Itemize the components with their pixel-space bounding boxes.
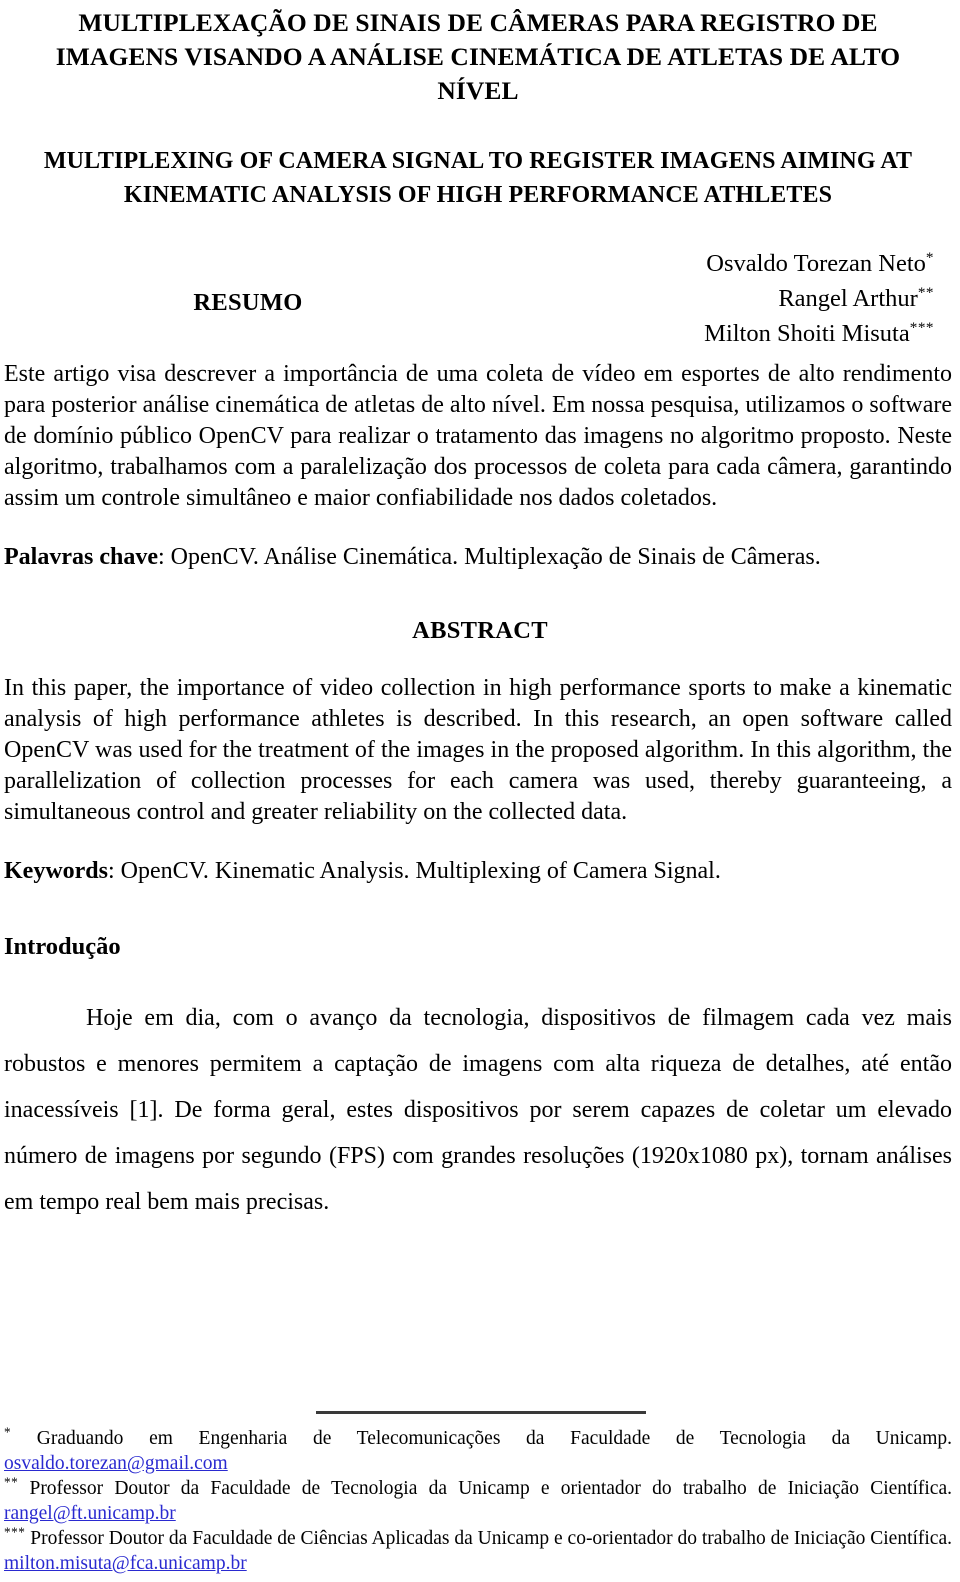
keywords-abstract-value: : OpenCV. Kinematic Analysis. Multiplexi… xyxy=(108,858,721,884)
footnote-text: Graduando em Engenharia de Telecomunicaç… xyxy=(36,1428,952,1449)
footnote-item: *** Professor Doutor da Faculdade de Ciê… xyxy=(4,1524,952,1576)
author-footnote-marker: * xyxy=(925,248,934,266)
footnote-item: ** Professor Doutor da Faculdade de Tecn… xyxy=(4,1474,952,1526)
author-footnote-marker: *** xyxy=(909,318,934,336)
section-heading-resumo: RESUMO xyxy=(193,289,303,316)
author-footnote-marker: ** xyxy=(917,283,934,301)
keywords-resumo-label: Palavras chave xyxy=(4,544,158,570)
document-page: MULTIPLEXAÇÃO DE SINAIS DE CÂMERAS PARA … xyxy=(0,0,960,1582)
resumo-paragraph: Este artigo visa descrever a importância… xyxy=(4,361,952,511)
footnote-marker: ** xyxy=(4,1474,19,1490)
footnote-item: * Graduando em Engenharia de Telecomunic… xyxy=(4,1424,952,1476)
author-name: Milton Shoiti Misuta xyxy=(704,320,910,347)
author-entry: Osvaldo Torezan Neto* xyxy=(4,246,934,281)
footnote-marker: *** xyxy=(4,1524,26,1540)
footnote-text: Professor Doutor da Faculdade de Tecnolo… xyxy=(29,1478,952,1499)
footnote-email-link[interactable]: osvaldo.torezan@gmail.com xyxy=(4,1453,228,1474)
footnote-text: Professor Doutor da Faculdade de Ciência… xyxy=(30,1528,952,1549)
footnote-area: * Graduando em Engenharia de Telecomunic… xyxy=(4,1411,952,1576)
page-title-portuguese: MULTIPLEXAÇÃO DE SINAIS DE CÂMERAS PARA … xyxy=(55,8,901,105)
page-title-english: MULTIPLEXING OF CAMERA SIGNAL TO REGISTE… xyxy=(43,148,913,208)
author-name: Osvaldo Torezan Neto xyxy=(706,250,926,277)
footnote-email-link[interactable]: rangel@ft.unicamp.br xyxy=(4,1503,176,1524)
section-heading-introducao: Introdução xyxy=(4,933,121,960)
footnote-marker: * xyxy=(4,1424,12,1440)
footnote-email-link[interactable]: milton.misuta@fca.unicamp.br xyxy=(4,1553,247,1574)
abstract-paragraph: In this paper, the importance of video c… xyxy=(4,675,952,825)
title-block: MULTIPLEXAÇÃO DE SINAIS DE CÂMERAS PARA … xyxy=(4,0,952,212)
introduction-text: Hoje em dia, com o avanço da tecnologia,… xyxy=(4,1005,952,1215)
author-entry: Milton Shoiti Misuta*** xyxy=(4,316,934,351)
keywords-abstract: Keywords: OpenCV. Kinematic Analysis. Mu… xyxy=(4,856,952,887)
footnote-separator-rule xyxy=(316,1411,646,1414)
keywords-resumo-value: : OpenCV. Análise Cinemática. Multiplexa… xyxy=(157,544,821,570)
author-name: Rangel Arthur xyxy=(778,285,918,312)
introduction-paragraph: Hoje em dia, com o avanço da tecnologia,… xyxy=(4,995,952,1225)
keywords-abstract-label: Keywords xyxy=(4,858,108,884)
keywords-resumo: Palavras chave: OpenCV. Análise Cinemáti… xyxy=(4,542,952,573)
section-heading-abstract: ABSTRACT xyxy=(412,617,548,644)
